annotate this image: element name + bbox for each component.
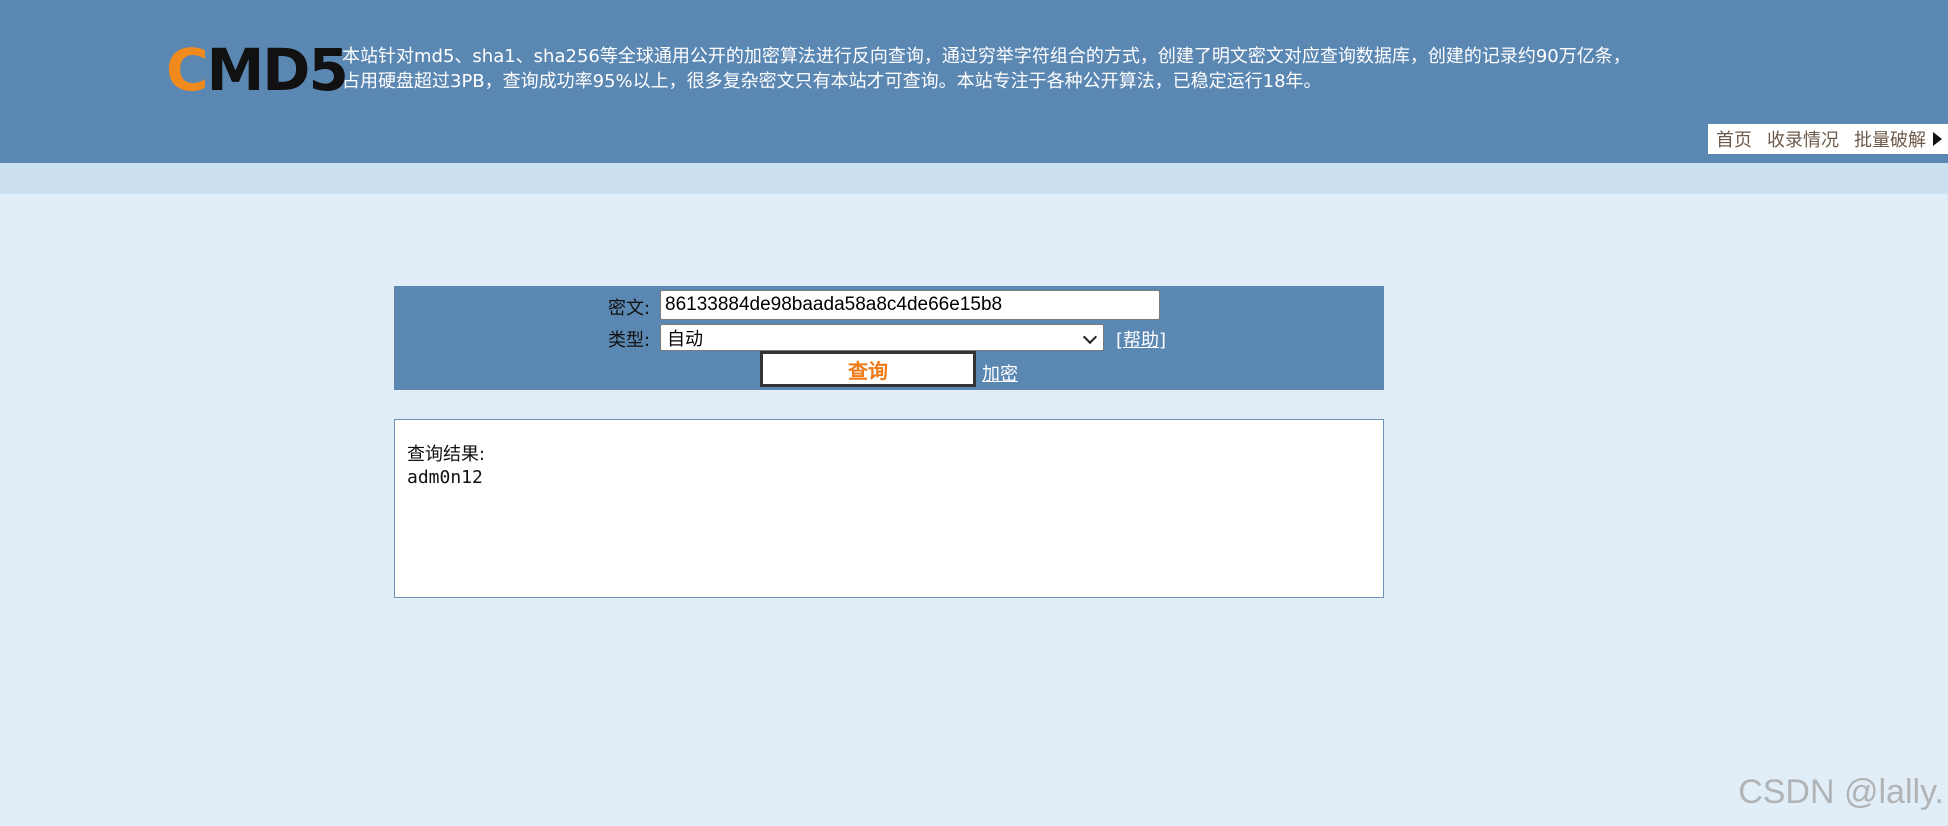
type-select-value: 自动 <box>667 328 703 350</box>
help-link-text: 帮助 <box>1123 330 1160 351</box>
chevron-down-icon <box>1082 329 1098 345</box>
nav-stats-link[interactable]: 收录情况 <box>1767 126 1839 152</box>
cmd5-logo[interactable]: CMD5 <box>166 36 349 104</box>
help-bracket-close: ] <box>1159 330 1167 351</box>
site-intro: 本站针对md5、sha1、sha256等全球通用公开的加密算法进行反向查询，通过… <box>342 44 1642 94</box>
result-label: 查询结果: <box>407 444 486 465</box>
logo-letters-md5: MD5 <box>206 36 349 104</box>
encrypt-link[interactable]: 加密 <box>982 360 1018 386</box>
nav-home-link[interactable]: 首页 <box>1716 126 1752 152</box>
logo-letter-c: C <box>166 36 209 104</box>
cipher-input[interactable] <box>660 290 1160 320</box>
query-button[interactable]: 查询 <box>760 351 976 387</box>
query-form: 密文: 类型: 自动 [帮助] 查询 加密 <box>394 286 1384 390</box>
triangle-right-icon[interactable] <box>1933 132 1942 146</box>
nav-batch-link[interactable]: 批量破解 <box>1854 126 1926 152</box>
type-select[interactable]: 自动 <box>660 324 1104 351</box>
intro-line-1: 本站针对md5、sha1、sha256等全球通用公开的加密算法进行反向查询，通过… <box>342 46 1631 67</box>
top-nav: 首页 收录情况 批量破解 <box>1708 124 1948 154</box>
help-link[interactable]: [帮助] <box>1116 326 1166 352</box>
site-header: CMD5 本站针对md5、sha1、sha256等全球通用公开的加密算法进行反向… <box>0 0 1948 163</box>
help-bracket-open: [ <box>1116 330 1124 351</box>
csdn-watermark: CSDN @lally. <box>1738 773 1944 811</box>
result-box: 查询结果: adm0n12 <box>394 419 1384 598</box>
intro-line-2: 占用硬盘超过3PB，查询成功率95%以上，很多复杂密文只有本站才可查询。本站专注… <box>342 71 1322 92</box>
result-value: adm0n12 <box>407 467 483 488</box>
cipher-label: 密文: <box>608 298 651 319</box>
sub-bar <box>0 163 1948 194</box>
type-label: 类型: <box>608 330 651 351</box>
